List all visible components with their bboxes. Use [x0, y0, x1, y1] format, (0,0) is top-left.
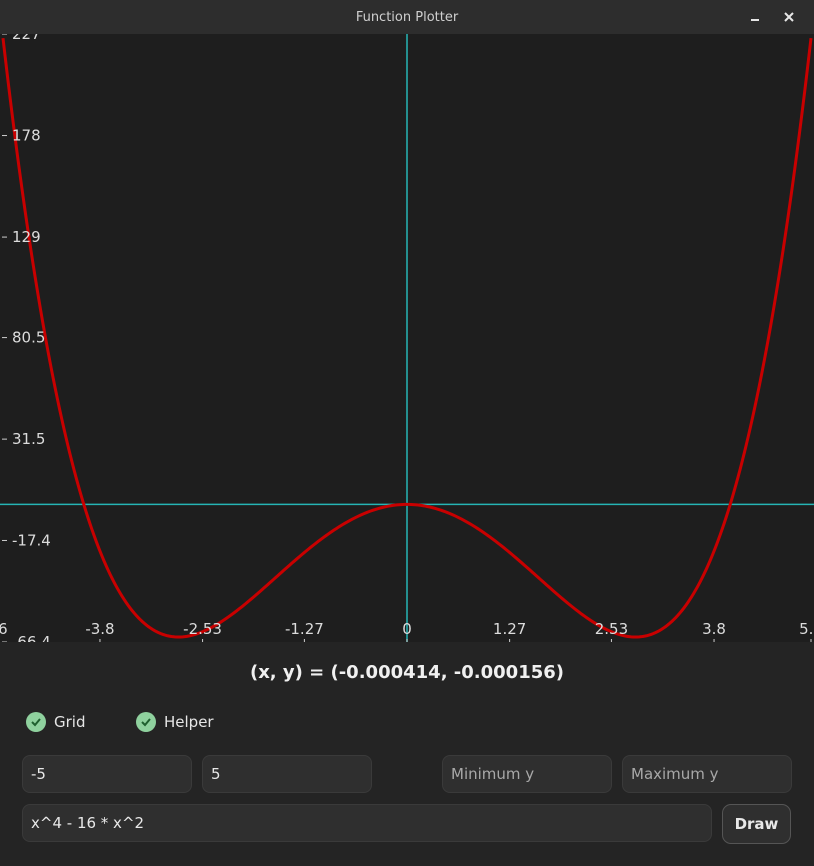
grid-label: Grid — [54, 713, 86, 731]
y-tick-label: -66.4 — [12, 633, 51, 642]
x-tick-label: 06 — [0, 620, 8, 638]
y-tick: 80.5 — [2, 329, 45, 347]
coordinates-readout: (x, y) = (-0.000414, -0.000156) — [249, 662, 565, 683]
min-x-value: -5 — [31, 765, 46, 783]
y-tick: 227 — [2, 34, 41, 43]
x-tick-label: 0 — [402, 620, 412, 638]
y-tick: 31.5 — [2, 430, 45, 448]
x-tick: 1.27 — [493, 620, 526, 642]
helper-checkbox[interactable]: Helper — [136, 712, 214, 732]
max-y-placeholder: Maximum y — [631, 765, 719, 783]
minimize-icon[interactable] — [745, 7, 765, 27]
x-tick: -3.8 — [85, 620, 115, 642]
x-tick-label: 5.0 — [799, 620, 814, 638]
min-x-input[interactable]: -5 — [22, 755, 192, 793]
y-tick-label: 178 — [12, 127, 41, 145]
x-tick-label: 2.53 — [595, 620, 628, 638]
plot-area[interactable]: 227 178 129 80.5 31.5 -17.4 -66.4 06 -3.8 -2.53 -1… — [0, 34, 814, 642]
title-bar: Function Plotter — [0, 0, 814, 34]
y-tick-label: 129 — [12, 228, 41, 246]
y-tick-label: 227 — [12, 34, 41, 43]
helper-label: Helper — [164, 713, 214, 731]
x-tick: -1.27 — [285, 620, 324, 642]
y-tick: -66.4 — [2, 633, 51, 642]
x-tick: 3.8 — [702, 620, 726, 642]
x-tick-label: 1.27 — [493, 620, 526, 638]
x-tick-label: -1.27 — [285, 620, 324, 638]
checkmark-icon — [26, 712, 46, 732]
function-value: x^4 - 16 * x^2 — [31, 814, 145, 832]
y-tick: 129 — [2, 228, 41, 246]
draw-button[interactable]: Draw — [722, 804, 791, 844]
checkmark-icon — [136, 712, 156, 732]
y-tick-label: -17.4 — [12, 531, 51, 549]
y-tick-label: 80.5 — [12, 329, 45, 347]
close-icon[interactable] — [779, 7, 799, 27]
x-tick-label: -2.53 — [183, 620, 222, 638]
x-tick: 2.53 — [595, 620, 628, 642]
min-y-placeholder: Minimum y — [451, 765, 535, 783]
plot-canvas: 227 178 129 80.5 31.5 -17.4 -66.4 06 -3.8 -2.53 -1… — [0, 34, 814, 642]
max-x-input[interactable]: 5 — [202, 755, 372, 793]
x-tick: 5.0 — [799, 620, 814, 642]
y-tick: 178 — [2, 127, 41, 145]
x-tick: 06 — [0, 620, 8, 638]
y-tick-label: 31.5 — [12, 430, 45, 448]
x-tick-label: -3.8 — [85, 620, 114, 638]
x-tick-label: 3.8 — [702, 620, 726, 638]
grid-checkbox[interactable]: Grid — [26, 712, 85, 732]
max-x-value: 5 — [211, 765, 221, 783]
x-tick: -2.53 — [183, 620, 222, 642]
y-tick: -17.4 — [2, 531, 51, 549]
min-y-input[interactable]: Minimum y — [442, 755, 612, 793]
max-y-input[interactable]: Maximum y — [622, 755, 792, 793]
function-input[interactable]: x^4 - 16 * x^2 — [22, 804, 712, 842]
window-title: Function Plotter — [355, 9, 459, 25]
